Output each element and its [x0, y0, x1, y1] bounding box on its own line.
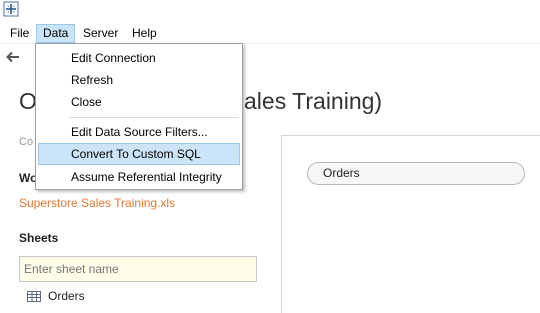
menu-item-close[interactable]: Close: [38, 91, 240, 113]
data-menu-dropdown: Edit Connection Refresh Close Edit Data …: [35, 43, 243, 190]
menu-help[interactable]: Help: [126, 24, 163, 43]
tableau-app-icon: [3, 1, 19, 17]
back-arrow-icon[interactable]: [5, 49, 21, 65]
sheet-item-label: Orders: [48, 289, 85, 303]
menu-item-edit-connection[interactable]: Edit Connection: [38, 47, 240, 69]
workbook-file-link[interactable]: Superstore Sales Training.xls: [19, 196, 175, 210]
menu-item-assume-referential-integrity[interactable]: Assume Referential Integrity: [38, 166, 240, 188]
menu-file[interactable]: File: [4, 24, 35, 43]
canvas-table-orders[interactable]: Orders: [307, 162, 525, 185]
menu-bar: File Data Server Help: [0, 22, 540, 44]
menu-server[interactable]: Server: [77, 24, 124, 43]
connections-label: Co: [19, 136, 34, 148]
menu-data[interactable]: Data: [36, 24, 76, 43]
sheet-search-input[interactable]: [19, 256, 257, 282]
title-bar: [0, 0, 540, 22]
datasource-title-suffix: ales Training): [244, 88, 383, 114]
table-grid-icon: [27, 291, 41, 303]
menu-item-convert-to-custom-sql[interactable]: Convert To Custom SQL: [38, 143, 240, 165]
sheet-item-orders[interactable]: Orders: [27, 288, 85, 304]
menu-item-edit-data-source-filters[interactable]: Edit Data Source Filters...: [38, 121, 240, 143]
menu-separator: [69, 117, 239, 118]
menu-item-refresh[interactable]: Refresh: [38, 69, 240, 91]
sheets-heading: Sheets: [19, 231, 59, 245]
